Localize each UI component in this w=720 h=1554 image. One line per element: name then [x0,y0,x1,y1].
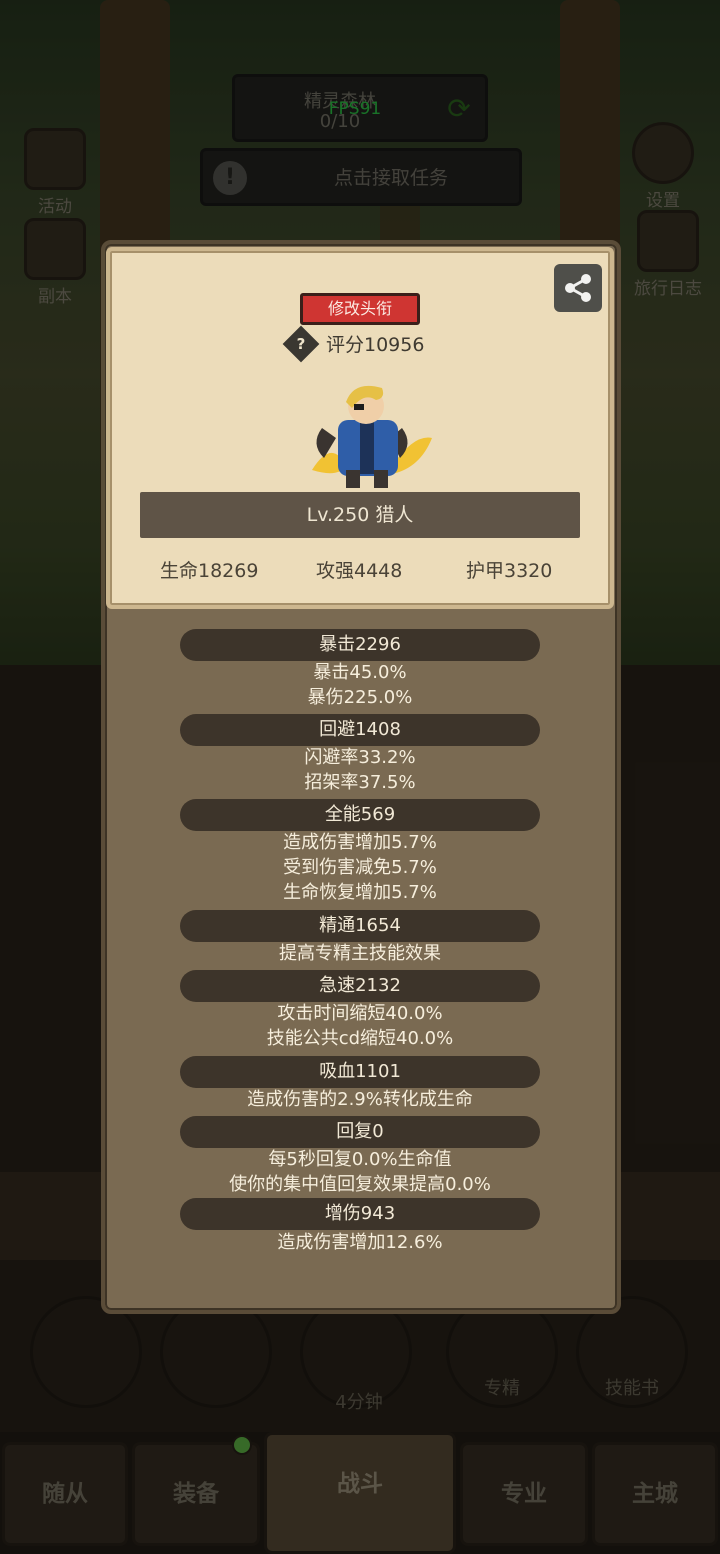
stat-line: 造成伤害的2.9%转化成生命 [247,1089,473,1110]
stat-line: 造成伤害增加12.6% [277,1232,443,1253]
stat-header-haste: 急速2132 [180,970,540,1002]
hero-portrait [312,385,432,488]
attack-stat: 攻强4448 [316,560,403,582]
stat-line: 每5秒回复0.0%生命值 [268,1149,452,1170]
level-class-banner: Lv.250 猎人 [140,492,580,538]
help-icon[interactable]: ? [282,325,320,362]
stat-header-dodge: 回避1408 [180,714,540,746]
armor-stat: 护甲3320 [466,560,553,582]
stat-line: 暴伤225.0% [307,687,413,708]
stat-header-versatility: 全能569 [180,799,540,831]
stat-line: 造成伤害增加5.7% [283,832,437,853]
stat-line: 暴击45.0% [313,662,407,683]
stat-line: 使你的集中值回复效果提高0.0% [229,1174,491,1195]
stat-header-regen: 回复0 [180,1116,540,1148]
stat-header-leech: 吸血1101 [180,1056,540,1088]
score-row: ? 评分10956 [282,325,425,362]
stat-header-mastery: 精通1654 [180,910,540,942]
hp-stat: 生命18269 [160,560,259,582]
stat-line: 提高专精主技能效果 [279,943,441,964]
stat-header-damage-bonus: 增伤943 [180,1198,540,1230]
share-icon [565,274,591,302]
share-button[interactable] [554,264,602,312]
stat-line: 技能公共cd缩短40.0% [266,1028,454,1049]
stat-line: 闪避率33.2% [304,747,416,768]
edit-title-button[interactable]: 修改头衔 [300,293,420,325]
stat-line: 招架率37.5% [304,772,416,793]
score-value: 评分10956 [326,334,425,356]
stat-line: 生命恢复增加5.7% [283,882,437,903]
stat-header-crit: 暴击2296 [180,629,540,661]
stat-line: 受到伤害减免5.7% [283,857,437,878]
stat-line: 攻击时间缩短40.0% [277,1003,443,1024]
